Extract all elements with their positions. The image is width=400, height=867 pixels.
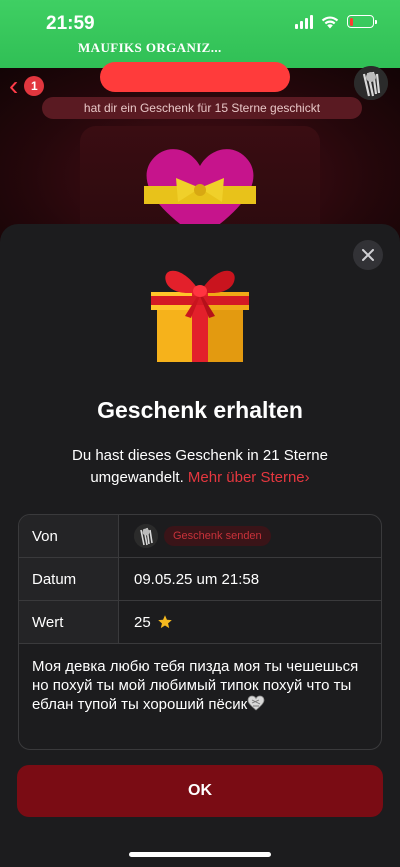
chat-gift-subtitle: hat dir ein Geschenk für 15 Sterne gesch…	[42, 97, 362, 119]
from-label: Von	[19, 515, 119, 557]
call-banner[interactable]: MAUFIKS ORGANIZ...	[78, 40, 222, 56]
sender-avatar[interactable]	[134, 524, 158, 548]
signal-icon	[295, 14, 313, 29]
chevron-left-icon: ‹	[9, 70, 19, 101]
stars-info-link-label: Mehr über Sterne	[187, 469, 305, 486]
avatar-image	[354, 66, 388, 100]
home-indicator[interactable]	[129, 852, 271, 857]
star-count: 25	[134, 613, 151, 631]
chat-avatar[interactable]	[354, 66, 388, 100]
wifi-icon	[321, 16, 339, 29]
unread-badge: 1	[24, 76, 45, 96]
status-bar: 21:59 MAUFIKS ORGANIZ...	[0, 0, 400, 68]
ok-button[interactable]: OK	[17, 765, 383, 817]
sheet-title: Geschenk erhalten	[97, 397, 303, 423]
redacted-chat-title	[100, 62, 290, 92]
from-value: Geschenk senden	[119, 515, 381, 557]
table-row-value: Wert 25	[19, 601, 381, 644]
table-row-from: Von Geschenk senden	[19, 515, 381, 558]
stars-info-link[interactable]: Mehr über Sterne›	[188, 469, 310, 486]
close-button[interactable]	[353, 240, 383, 270]
battery-icon	[347, 15, 377, 28]
heart-icon	[247, 695, 265, 711]
date-value: 09.05.25 um 21:58	[134, 570, 260, 588]
gift-message-text: Моя девка любю тебя пизда моя ты чешешьс…	[32, 658, 359, 713]
back-button[interactable]: ‹ 1	[9, 70, 45, 101]
close-icon	[362, 249, 374, 261]
status-icons	[295, 14, 377, 29]
sheet-description: Du hast dieses Geschenk in 21 Sterne umg…	[40, 445, 360, 489]
gift-details-table: Von Geschenk senden Datum 09.05.25 um 21…	[18, 514, 382, 750]
send-gift-button[interactable]: Geschenk senden	[164, 526, 271, 546]
avatar-image	[134, 524, 158, 548]
value-value: 25	[119, 601, 381, 643]
table-row-date: Datum 09.05.25 um 21:58	[19, 558, 381, 601]
clock: 21:59	[46, 13, 95, 34]
gift-box-icon	[151, 270, 249, 362]
star-icon	[157, 615, 172, 629]
gift-received-sheet: Geschenk erhalten Du hast dieses Geschen…	[0, 224, 400, 867]
gift-message: Моя девка любю тебя пизда моя ты чешешьс…	[19, 644, 381, 749]
value-label: Wert	[19, 601, 119, 643]
date-label: Datum	[19, 558, 119, 600]
